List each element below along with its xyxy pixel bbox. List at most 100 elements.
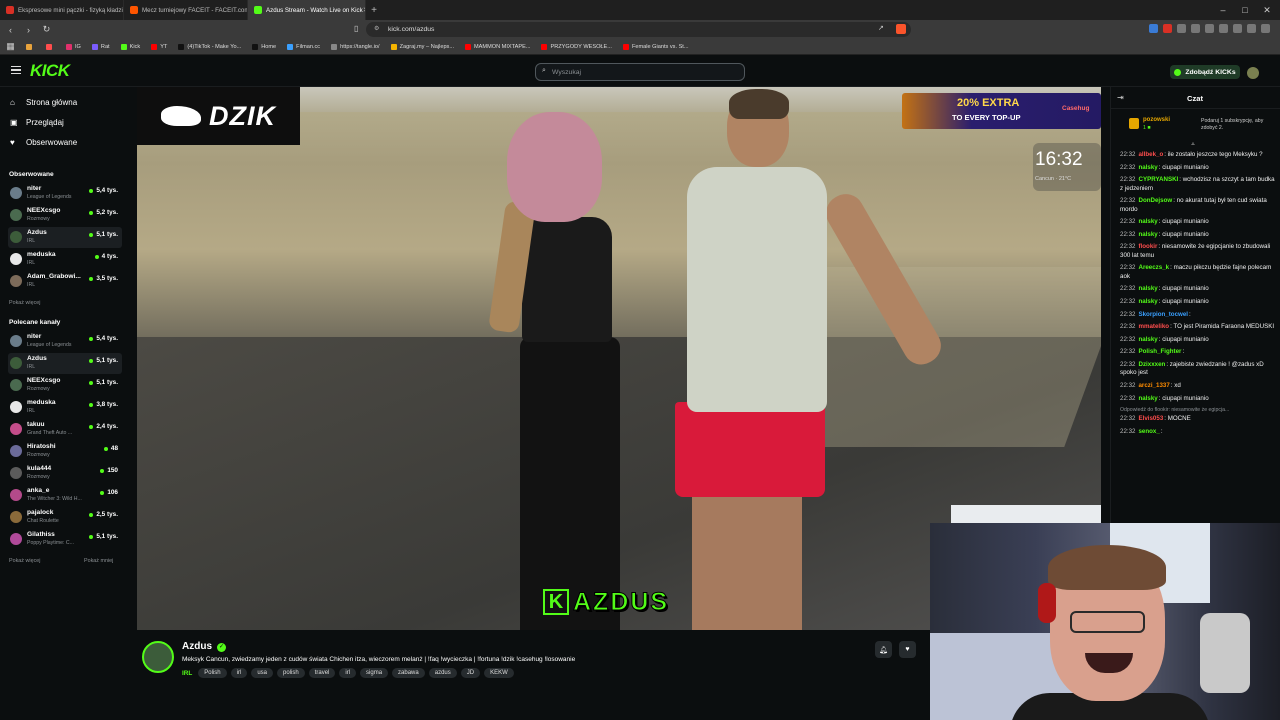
bookmark-icon[interactable]: ▯ [354,24,358,33]
collapse-chat-icon[interactable]: ⇥ [1117,93,1124,102]
sidebar-channel[interactable]: anka_e The Witcher 3: Wild H... 106 [8,485,122,506]
scroll-indicator-icon[interactable]: ⩡ [1191,141,1195,149]
user-avatar[interactable] [1247,67,1259,79]
chat-username[interactable]: DonDejsow [1138,197,1172,204]
stream-tag[interactable]: irl [230,668,248,678]
reload-icon[interactable]: ↻ [39,22,54,37]
chat-username[interactable]: nalsky [1138,395,1157,402]
stream-tag[interactable]: travel [308,668,336,678]
apps-icon[interactable]: ▦ [3,39,18,54]
sidebar-channel[interactable]: niter League of Legends 5,4 tys. [8,331,122,352]
streamer-avatar[interactable] [142,641,174,673]
sidebar-channel[interactable]: takuu Grand Theft Auto ... 2,4 tys. [8,419,122,440]
new-tab-button[interactable]: + [366,5,382,16]
site-info-icon[interactable]: ⚙ [374,25,379,32]
stream-tag[interactable]: irl [339,668,357,678]
chat-username[interactable]: nalsky [1138,231,1157,238]
maximize-icon[interactable]: □ [1234,0,1256,20]
extension-icon[interactable] [1191,24,1200,33]
url-field[interactable]: ⚙ kick.com/azdus [366,22,911,37]
share-icon[interactable]: ↗ [878,24,884,32]
sidebar-channel[interactable]: Gilathiss Poppy Playtime: C... 5,1 tys. [8,529,122,550]
sidebar-channel[interactable]: kula444 Rozmowy 150 [8,463,122,484]
stream-tag[interactable]: KEKW [484,668,514,678]
extension-icon[interactable] [1177,24,1186,33]
bookmark-item[interactable] [46,43,55,50]
extension-icon[interactable] [1247,24,1256,33]
extension-icon[interactable] [1219,24,1228,33]
bookmark-item[interactable]: MAMMON MIXTAPE... [465,43,530,50]
chat-username[interactable]: nalsky [1138,164,1157,171]
extension-icon[interactable] [1163,24,1172,33]
stream-tag[interactable]: polish [277,668,305,678]
chat-username[interactable]: Dzixxxen [1138,361,1165,368]
followed-show-more[interactable]: Pokaż więcej [9,300,40,306]
stream-tag[interactable]: usa [251,668,273,678]
stream-tag[interactable]: Polish [198,668,227,678]
forward-icon[interactable]: › [21,22,36,37]
sidebar-channel[interactable]: pajalock Chat Roulette 2,5 tys. [8,507,122,528]
sidebar-channel[interactable]: NEEXcsgo Rozmowy 5,2 tys. [8,205,122,226]
bookmark-item[interactable]: Zagraj.my – Najleps... [390,43,454,50]
chat-username[interactable]: nalsky [1138,218,1157,225]
recommended-show-less[interactable]: Pokaż mniej [84,558,113,564]
chat-username[interactable]: flookir [1138,243,1157,250]
chat-username[interactable]: allbek_o [1138,151,1163,158]
browser-tab[interactable]: Mecz turniejowy FACEIT - FACEIT.com✕ [124,0,248,20]
close-window-icon[interactable]: ✕ [1256,0,1278,20]
browser-tab[interactable]: Ekspresowe mini pączki - fizyką kładzie✕ [0,0,124,20]
menu-icon[interactable] [11,66,21,74]
streamer-name[interactable]: Azdus [182,641,212,652]
bookmark-item[interactable]: Home [252,43,276,50]
stream-tag[interactable]: JD [460,668,481,678]
chat-username[interactable]: CYPRYANSKI [1138,176,1178,183]
chat-username[interactable]: Elvis053 [1138,415,1163,422]
minimize-icon[interactable]: – [1212,0,1234,20]
stream-tag[interactable]: sigma [360,668,389,678]
chat-username[interactable]: nalsky [1138,285,1157,292]
bookmark-item[interactable]: Filman.cc [287,43,320,50]
notification-bell-icon[interactable]: 🔔︎ [875,641,892,658]
sidebar-channel[interactable]: Azdus IRL 5,1 tys. [8,227,122,248]
chat-username[interactable]: Skorpion_tocwel [1138,311,1188,318]
bookmark-item[interactable]: Female Giants vs. St... [622,43,689,50]
recommended-show-more[interactable]: Pokaż więcej [9,558,40,564]
extension-icon[interactable] [1261,24,1270,33]
follow-heart-icon[interactable]: ♥ [899,641,916,658]
sidebar-channel[interactable]: meduska IRL 3,8 tys. [8,397,122,418]
sidebar-channel[interactable]: Hiratoshi Rozmowy 48 [8,441,122,462]
back-icon[interactable]: ‹ [3,22,18,37]
bookmark-item[interactable]: https://tangle.io/ [331,43,380,50]
stream-tag[interactable]: azdus [428,668,457,678]
sidebar-channel[interactable]: meduska IRL 4 tys. [8,249,122,270]
extension-icon[interactable] [1233,24,1242,33]
bookmark-folder-icon[interactable] [26,43,35,50]
chat-username[interactable]: senox_ [1138,428,1159,435]
extension-icon[interactable] [1149,24,1158,33]
browser-tab[interactable]: Azdus Stream - Watch Live on Kick✕ [248,0,366,20]
brave-shield-icon[interactable] [896,24,906,34]
sidebar-channel[interactable]: NEEXcsgo Rozmowy 5,1 tys. [8,375,122,396]
bookmark-item[interactable]: Kick [120,43,140,50]
chat-username[interactable]: Areeczs_k [1138,264,1169,271]
chat-username[interactable]: arczi_1337 [1138,382,1169,389]
bookmark-item[interactable]: (4)TikTok - Make Yo... [178,43,241,50]
kick-logo[interactable]: KICK [30,61,70,81]
chat-username[interactable]: Polish_Fighter [1138,348,1181,355]
sidebar-channel[interactable]: Azdus IRL 5,1 tys. [8,353,122,374]
sidebar-nav-item[interactable]: ♥ Obserwowane [10,138,77,147]
sidebar-nav-item[interactable]: ⌂ Strona główna [10,98,77,107]
sidebar-channel[interactable]: niter League of Legends 5,4 tys. [8,183,122,204]
bookmark-item[interactable]: IG [66,43,81,50]
bookmark-item[interactable]: Rat [91,43,110,50]
get-kicks-button[interactable]: Zdobądź KICKs [1170,65,1240,79]
chat-username[interactable]: nalsky [1138,298,1157,305]
bookmark-item[interactable]: YT [151,43,167,50]
sidebar-nav-item[interactable]: ▣ Przeglądaj [10,118,64,127]
gift-sub-banner[interactable]: pozowski 1 ■ Podaruj 1 subskrypcję, aby … [1121,114,1276,136]
sidebar-channel[interactable]: Adam_Grabowi... IRL 3,5 tys. [8,271,122,292]
extension-icon[interactable] [1205,24,1214,33]
search-input[interactable]: ⌕ Wyszukaj [535,63,745,81]
stream-category[interactable]: IRL [182,670,192,677]
stream-tag[interactable]: zabawa [392,668,425,678]
